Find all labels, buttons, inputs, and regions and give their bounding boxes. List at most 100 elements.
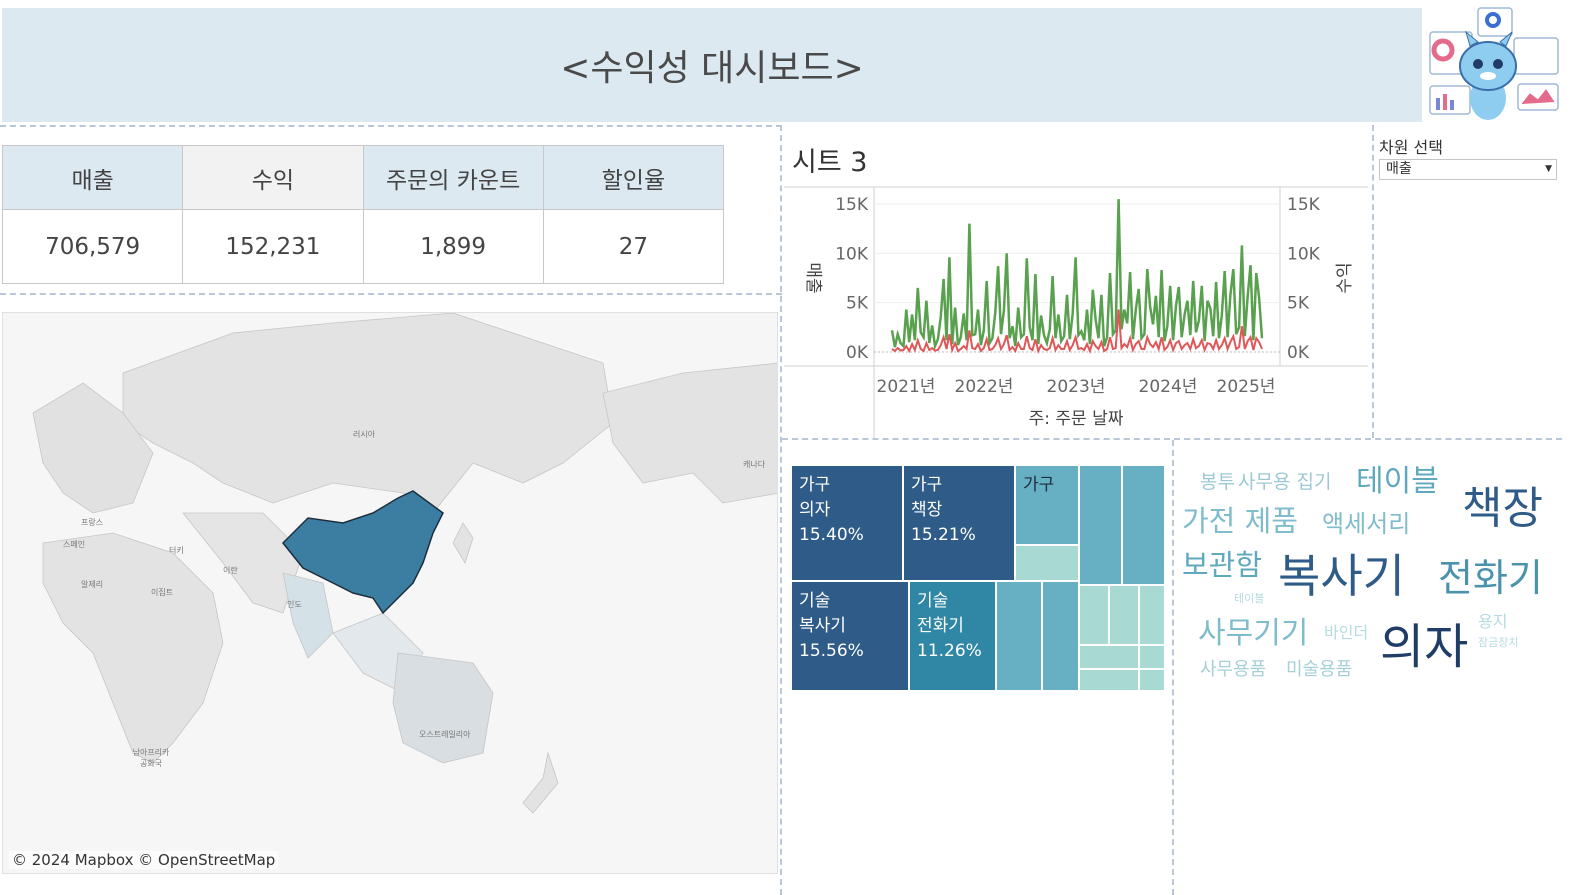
treemap-cell-small[interactable]	[1139, 645, 1165, 669]
word-cloud-word[interactable]: 테이블	[1234, 593, 1264, 604]
word-cloud-word[interactable]: 보관함	[1182, 551, 1262, 580]
kpi-header-order-count[interactable]: 주문의 카운트	[362, 145, 544, 210]
treemap-cell-category: 가구	[1023, 475, 1055, 495]
word-cloud-word[interactable]: 바인더	[1324, 625, 1368, 641]
world-map[interactable]: 러시아 캐나다 프랑스 스페인 터키 이란 알제리 이집트 인도 오스트레일리아…	[2, 312, 778, 874]
treemap-cell-small[interactable]	[996, 581, 1042, 691]
kpi-table: 매출 수익 주문의 카운트 할인율 706,579 152,231 1,899 …	[1, 145, 725, 284]
map-label-spain: 스페인	[63, 540, 86, 549]
kpi-value-profit[interactable]: 152,231	[182, 209, 364, 284]
x-ticks: 2021년 2022년 2023년 2024년 2025년	[877, 377, 1276, 397]
word-cloud-word[interactable]: 테이블	[1356, 467, 1439, 497]
x-tick-label: 2023년	[1047, 377, 1106, 397]
sheet-title: 시트 3	[792, 147, 868, 178]
treemap[interactable]: 가구 의자 15.40% 가구 책장 15.21% 가구 기술 복사기 15.5…	[791, 465, 1165, 691]
kpi-value-sales[interactable]: 706,579	[1, 209, 184, 284]
treemap-cell-small[interactable]	[1139, 669, 1165, 691]
treemap-cell-small[interactable]	[1079, 669, 1139, 691]
dimension-filter-select[interactable]: 매출 ▼	[1379, 159, 1557, 180]
panel-divider	[0, 125, 782, 127]
kpi-value-discount-rate[interactable]: 27	[542, 209, 725, 284]
map-label-south-africa: 남아프리카 공화국	[132, 748, 170, 768]
map-label-australia: 오스트레일리아	[419, 730, 471, 739]
treemap-cell-percent: 15.56%	[799, 641, 864, 661]
word-cloud: 봉투 사무용 집기 테이블 책장 가전 제품 액세서리 보관함 복사기 전화기 …	[1176, 455, 1566, 695]
treemap-cell-percent: 15.40%	[799, 525, 864, 545]
treemap-cell-subcategory: 책장	[911, 500, 943, 520]
panel-divider	[780, 125, 782, 895]
y-left-tick-label: 10K	[835, 244, 869, 264]
treemap-cell-furniture[interactable]: 가구	[1015, 465, 1079, 545]
treemap-cell-percent: 15.21%	[911, 525, 976, 545]
x-tick-label: 2025년	[1217, 377, 1276, 397]
word-cloud-word[interactable]: 사무용품	[1200, 661, 1266, 679]
treemap-cell-small[interactable]	[1109, 585, 1139, 645]
treemap-cell-small[interactable]	[1079, 645, 1139, 669]
x-tick-label: 2022년	[955, 377, 1014, 397]
map-canvas[interactable]	[3, 313, 778, 874]
treemap-cell-subcategory: 의자	[799, 500, 831, 520]
treemap-cell-bookcases[interactable]: 가구 책장 15.21%	[903, 465, 1015, 581]
word-cloud-word[interactable]: 사무용 집기	[1238, 473, 1331, 492]
dimension-filter-title: 차원 선택	[1379, 138, 1443, 157]
line-chart[interactable]: 15K10K5K0K 15K10K5K0K 2021년 2022년 2023년 202…	[784, 182, 1374, 438]
word-cloud-word[interactable]: 가전 제품	[1182, 507, 1298, 536]
treemap-cell-category: 기술	[917, 591, 949, 611]
dimension-filter-value: 매출	[1386, 161, 1412, 177]
kpi-value-order-count[interactable]: 1,899	[362, 209, 544, 284]
treemap-cell-small[interactable]	[1042, 581, 1079, 691]
y-right-title: 수익	[1335, 262, 1355, 293]
y-right-tick-label: 0K	[1287, 343, 1310, 363]
kpi-header-row: 매출 수익 주문의 카운트 할인율	[1, 145, 725, 210]
treemap-cell-chairs[interactable]: 가구 의자 15.40%	[791, 465, 903, 581]
treemap-cell-small[interactable]	[1122, 465, 1165, 585]
word-cloud-word[interactable]: 사무기기	[1198, 619, 1308, 649]
y-right-tick-label: 5K	[1287, 294, 1310, 314]
chevron-down-icon[interactable]: ▼	[1545, 160, 1552, 179]
treemap-cell-small[interactable]	[1079, 585, 1109, 645]
word-cloud-word[interactable]: 미술용품	[1286, 661, 1352, 679]
word-cloud-word[interactable]: 전화기	[1438, 559, 1543, 597]
y-left-tick-label: 0K	[846, 343, 869, 363]
word-cloud-word[interactable]: 복사기	[1278, 553, 1405, 599]
treemap-cell-subcategory: 전화기	[917, 616, 964, 636]
treemap-cell-category: 기술	[799, 591, 831, 611]
word-cloud-word[interactable]: 잠금장치	[1478, 637, 1518, 648]
treemap-cell-small[interactable]	[1079, 465, 1122, 585]
map-label-turkey: 터키	[169, 546, 184, 555]
treemap-cell-copiers[interactable]: 기술 복사기 15.56%	[791, 581, 909, 691]
word-cloud-word[interactable]: 봉투	[1200, 473, 1235, 492]
word-cloud-word[interactable]: 책장	[1462, 487, 1543, 531]
panel-divider	[0, 293, 782, 295]
word-cloud-word[interactable]: 액세서리	[1322, 512, 1410, 536]
map-label-iran: 이란	[223, 566, 238, 575]
map-label-france: 프랑스	[81, 518, 104, 527]
x-tick-label: 2024년	[1139, 377, 1198, 397]
kpi-header-sales[interactable]: 매출	[1, 145, 184, 210]
word-cloud-word[interactable]: 용지	[1478, 614, 1507, 630]
kpi-header-discount-rate[interactable]: 할인율	[542, 145, 725, 210]
dashboard-title: <수익성 대시보드>	[560, 48, 864, 89]
treemap-cell-small[interactable]	[1139, 585, 1165, 645]
panel-divider	[1172, 440, 1174, 895]
x-title: 주: 주문 날짜	[1029, 409, 1124, 429]
treemap-cell-category: 가구	[799, 475, 831, 495]
kpi-header-profit[interactable]: 수익	[182, 145, 364, 210]
treemap-cell-furniture-small[interactable]	[1015, 545, 1079, 581]
y-left-tick-label: 5K	[846, 294, 869, 314]
treemap-cell-phones[interactable]: 기술 전화기 11.26%	[909, 581, 996, 691]
treemap-cell-category: 가구	[911, 475, 943, 495]
treemap-cell-subcategory: 복사기	[799, 616, 846, 636]
sales-line[interactable]	[890, 199, 1264, 351]
y-right-tick-label: 10K	[1287, 244, 1321, 264]
map-label-egypt: 이집트	[151, 588, 174, 597]
mascot-illustration	[1429, 7, 1559, 120]
y-right-ticks: 15K 10K 5K 0K	[1287, 195, 1321, 363]
dashboard-header: <수익성 대시보드>	[2, 8, 1422, 122]
y-left-ticks: 15K 10K 5K 0K	[835, 195, 869, 363]
map-attribution: © 2024 Mapbox © OpenStreetMap	[9, 851, 279, 869]
word-cloud-word[interactable]: 의자	[1380, 623, 1468, 671]
map-label-algeria: 알제리	[81, 580, 104, 589]
y-left-title: 매출	[803, 262, 823, 293]
y-right-tick-label: 15K	[1287, 195, 1321, 215]
